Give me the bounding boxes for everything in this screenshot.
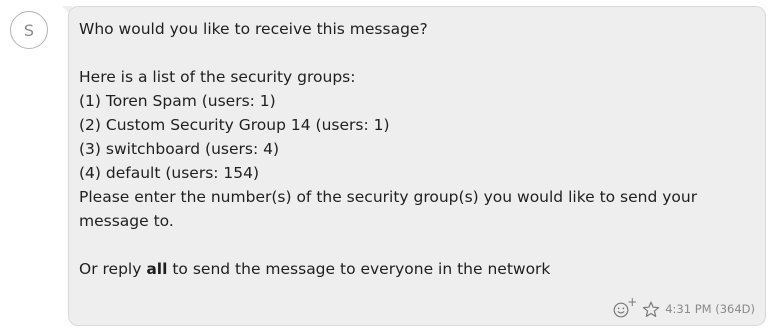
- group-item: (1) Toren Spam (users: 1): [79, 92, 276, 110]
- emoji-add-icon[interactable]: +: [613, 295, 637, 319]
- group-item: (3) switchboard (users: 4): [79, 140, 280, 158]
- star-icon[interactable]: [642, 301, 660, 318]
- message-row: S Who would you like to receive this mes…: [0, 0, 773, 332]
- group-item: (2) Custom Security Group 14 (users: 1): [79, 116, 390, 134]
- message-line-instruction: Please enter the number(s) of the securi…: [79, 188, 698, 230]
- group-item: (4) default (users: 154): [79, 164, 260, 182]
- message-line-reply: Or reply all to send the message to ever…: [79, 257, 759, 281]
- message-line-groups-intro: Here is a list of the security groups:: [79, 68, 356, 86]
- message-meta: + 4:31 PM (364D): [613, 295, 755, 319]
- message-line-question: Who would you like to receive this messa…: [79, 20, 428, 38]
- avatar-initial: S: [23, 20, 35, 40]
- reply-suffix: to send the message to everyone in the n…: [167, 260, 551, 278]
- plus-icon: +: [627, 295, 638, 309]
- avatar[interactable]: S: [10, 11, 48, 49]
- reply-keyword: all: [146, 260, 168, 278]
- reply-prefix: Or reply: [79, 260, 147, 278]
- message-bubble: Who would you like to receive this messa…: [68, 6, 766, 326]
- message-timestamp: 4:31 PM (364D): [665, 302, 755, 316]
- message-text: Who would you like to receive this messa…: [79, 17, 759, 281]
